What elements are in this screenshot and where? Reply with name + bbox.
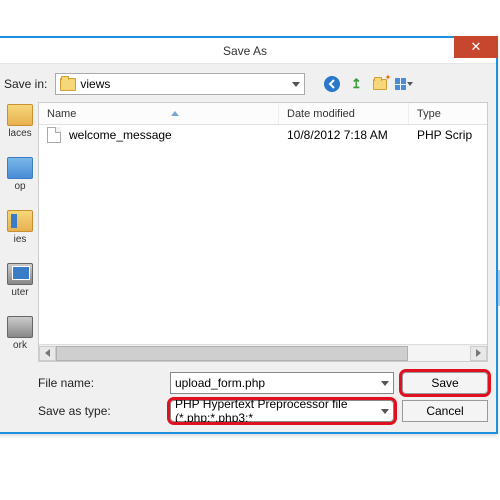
- column-header-name[interactable]: Name: [39, 103, 279, 124]
- chevron-down-icon: [381, 381, 389, 386]
- dialog-title: Save As: [223, 44, 267, 58]
- chevron-down-icon: [381, 409, 389, 414]
- back-button[interactable]: [323, 75, 341, 93]
- sidebar-network[interactable]: ork: [2, 316, 38, 351]
- titlebar: Save As ✕: [0, 38, 496, 64]
- sidebar-item-label: ies: [14, 234, 27, 245]
- file-icon: [47, 127, 61, 143]
- sidebar-recent-places[interactable]: laces: [2, 104, 38, 139]
- save-as-type-dropdown[interactable]: PHP Hypertext Preprocessor file (*.php;*…: [170, 400, 394, 422]
- folder-new-icon: [373, 79, 387, 90]
- chevron-down-icon: [292, 82, 300, 87]
- network-icon: [7, 316, 33, 338]
- sidebar-item-label: uter: [11, 287, 28, 298]
- dialog-body: Save in: views ↥: [0, 64, 496, 432]
- new-folder-button[interactable]: [371, 75, 389, 93]
- file-date: 10/8/2012 7:18 AM: [287, 128, 388, 142]
- file-name-label: File name:: [38, 376, 162, 390]
- file-name-input[interactable]: upload_form.php: [170, 372, 394, 394]
- sort-ascending-icon: [171, 111, 179, 116]
- col-name-label: Name: [47, 108, 76, 120]
- recent-places-icon: [7, 104, 33, 126]
- sidebar-item-label: laces: [8, 128, 31, 139]
- list-header: Name Date modified Type: [39, 103, 487, 125]
- col-type-label: Type: [417, 108, 441, 120]
- grid-icon: [395, 78, 406, 90]
- triangle-right-icon: [476, 349, 481, 357]
- file-name: welcome_message: [69, 128, 172, 142]
- up-arrow-icon: ↥: [351, 76, 362, 92]
- scroll-track[interactable]: [56, 346, 470, 361]
- sidebar-computer[interactable]: uter: [2, 263, 38, 298]
- sidebar-libraries[interactable]: ies: [2, 210, 38, 245]
- cancel-button[interactable]: Cancel: [402, 400, 488, 422]
- save-as-type-value: PHP Hypertext Preprocessor file (*.php;*…: [175, 397, 381, 425]
- close-button[interactable]: ✕: [454, 36, 498, 58]
- column-header-date[interactable]: Date modified: [279, 103, 409, 124]
- save-in-row: Save in: views ↥: [4, 70, 488, 98]
- sidebar-desktop[interactable]: op: [2, 157, 38, 192]
- column-header-type[interactable]: Type: [409, 103, 487, 124]
- sidebar-item-label: op: [14, 181, 25, 192]
- triangle-left-icon: [45, 349, 50, 357]
- save-as-dialog: Save As ✕ Save in: views ↥: [0, 36, 498, 434]
- save-in-value: views: [80, 77, 110, 91]
- file-row[interactable]: welcome_message 10/8/2012 7:18 AM PHP Sc…: [39, 125, 487, 145]
- desktop-icon: [7, 157, 33, 179]
- scroll-left-button[interactable]: [39, 346, 56, 361]
- folder-icon: [60, 78, 76, 91]
- main-area: laces op ies uter ork: [2, 102, 488, 362]
- computer-icon: [7, 263, 33, 285]
- places-sidebar: laces op ies uter ork: [2, 102, 38, 362]
- sidebar-item-label: ork: [13, 340, 27, 351]
- close-icon: ✕: [471, 39, 482, 55]
- save-in-dropdown[interactable]: views: [55, 73, 305, 95]
- save-as-type-label: Save as type:: [38, 404, 162, 418]
- file-type: PHP Scrip: [417, 128, 472, 142]
- scroll-thumb[interactable]: [56, 346, 408, 361]
- up-one-level-button[interactable]: ↥: [347, 75, 365, 93]
- scroll-right-button[interactable]: [470, 346, 487, 361]
- list-body[interactable]: welcome_message 10/8/2012 7:18 AM PHP Sc…: [39, 125, 487, 344]
- save-in-label: Save in:: [4, 77, 47, 91]
- col-date-label: Date modified: [287, 108, 355, 120]
- file-list: Name Date modified Type: [38, 102, 488, 362]
- file-name-value: upload_form.php: [175, 376, 265, 390]
- bottom-controls: File name: upload_form.php Save Save as …: [38, 372, 488, 422]
- horizontal-scrollbar[interactable]: [39, 344, 487, 361]
- chevron-down-icon: [407, 82, 413, 86]
- back-icon: [323, 75, 341, 93]
- view-menu-button[interactable]: [395, 75, 413, 93]
- save-button[interactable]: Save: [402, 372, 488, 394]
- toolbar-icons: ↥: [323, 75, 413, 93]
- libraries-icon: [7, 210, 33, 232]
